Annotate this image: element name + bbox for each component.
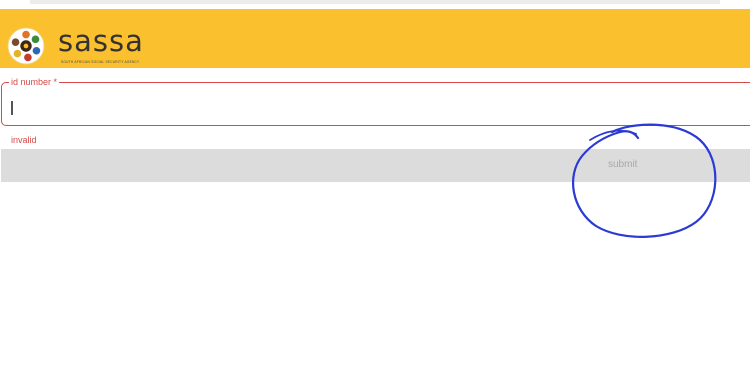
page: sassa SOUTH AFRICAN SOCIAL SECURITY AGEN… [0,0,750,375]
sassa-logo-icon [7,27,45,65]
id-number-error: invalid [11,135,37,145]
header-bar: sassa SOUTH AFRICAN SOCIAL SECURITY AGEN… [0,9,750,68]
text-caret [11,101,13,115]
brand-name: sassa [58,24,144,58]
id-number-input[interactable] [8,91,708,115]
top-divider [30,0,720,4]
brand-tagline: SOUTH AFRICAN SOCIAL SECURITY AGENCY [61,60,140,64]
hand-drawn-circle-annotation [572,123,717,238]
id-number-label: id number * [9,77,60,88]
